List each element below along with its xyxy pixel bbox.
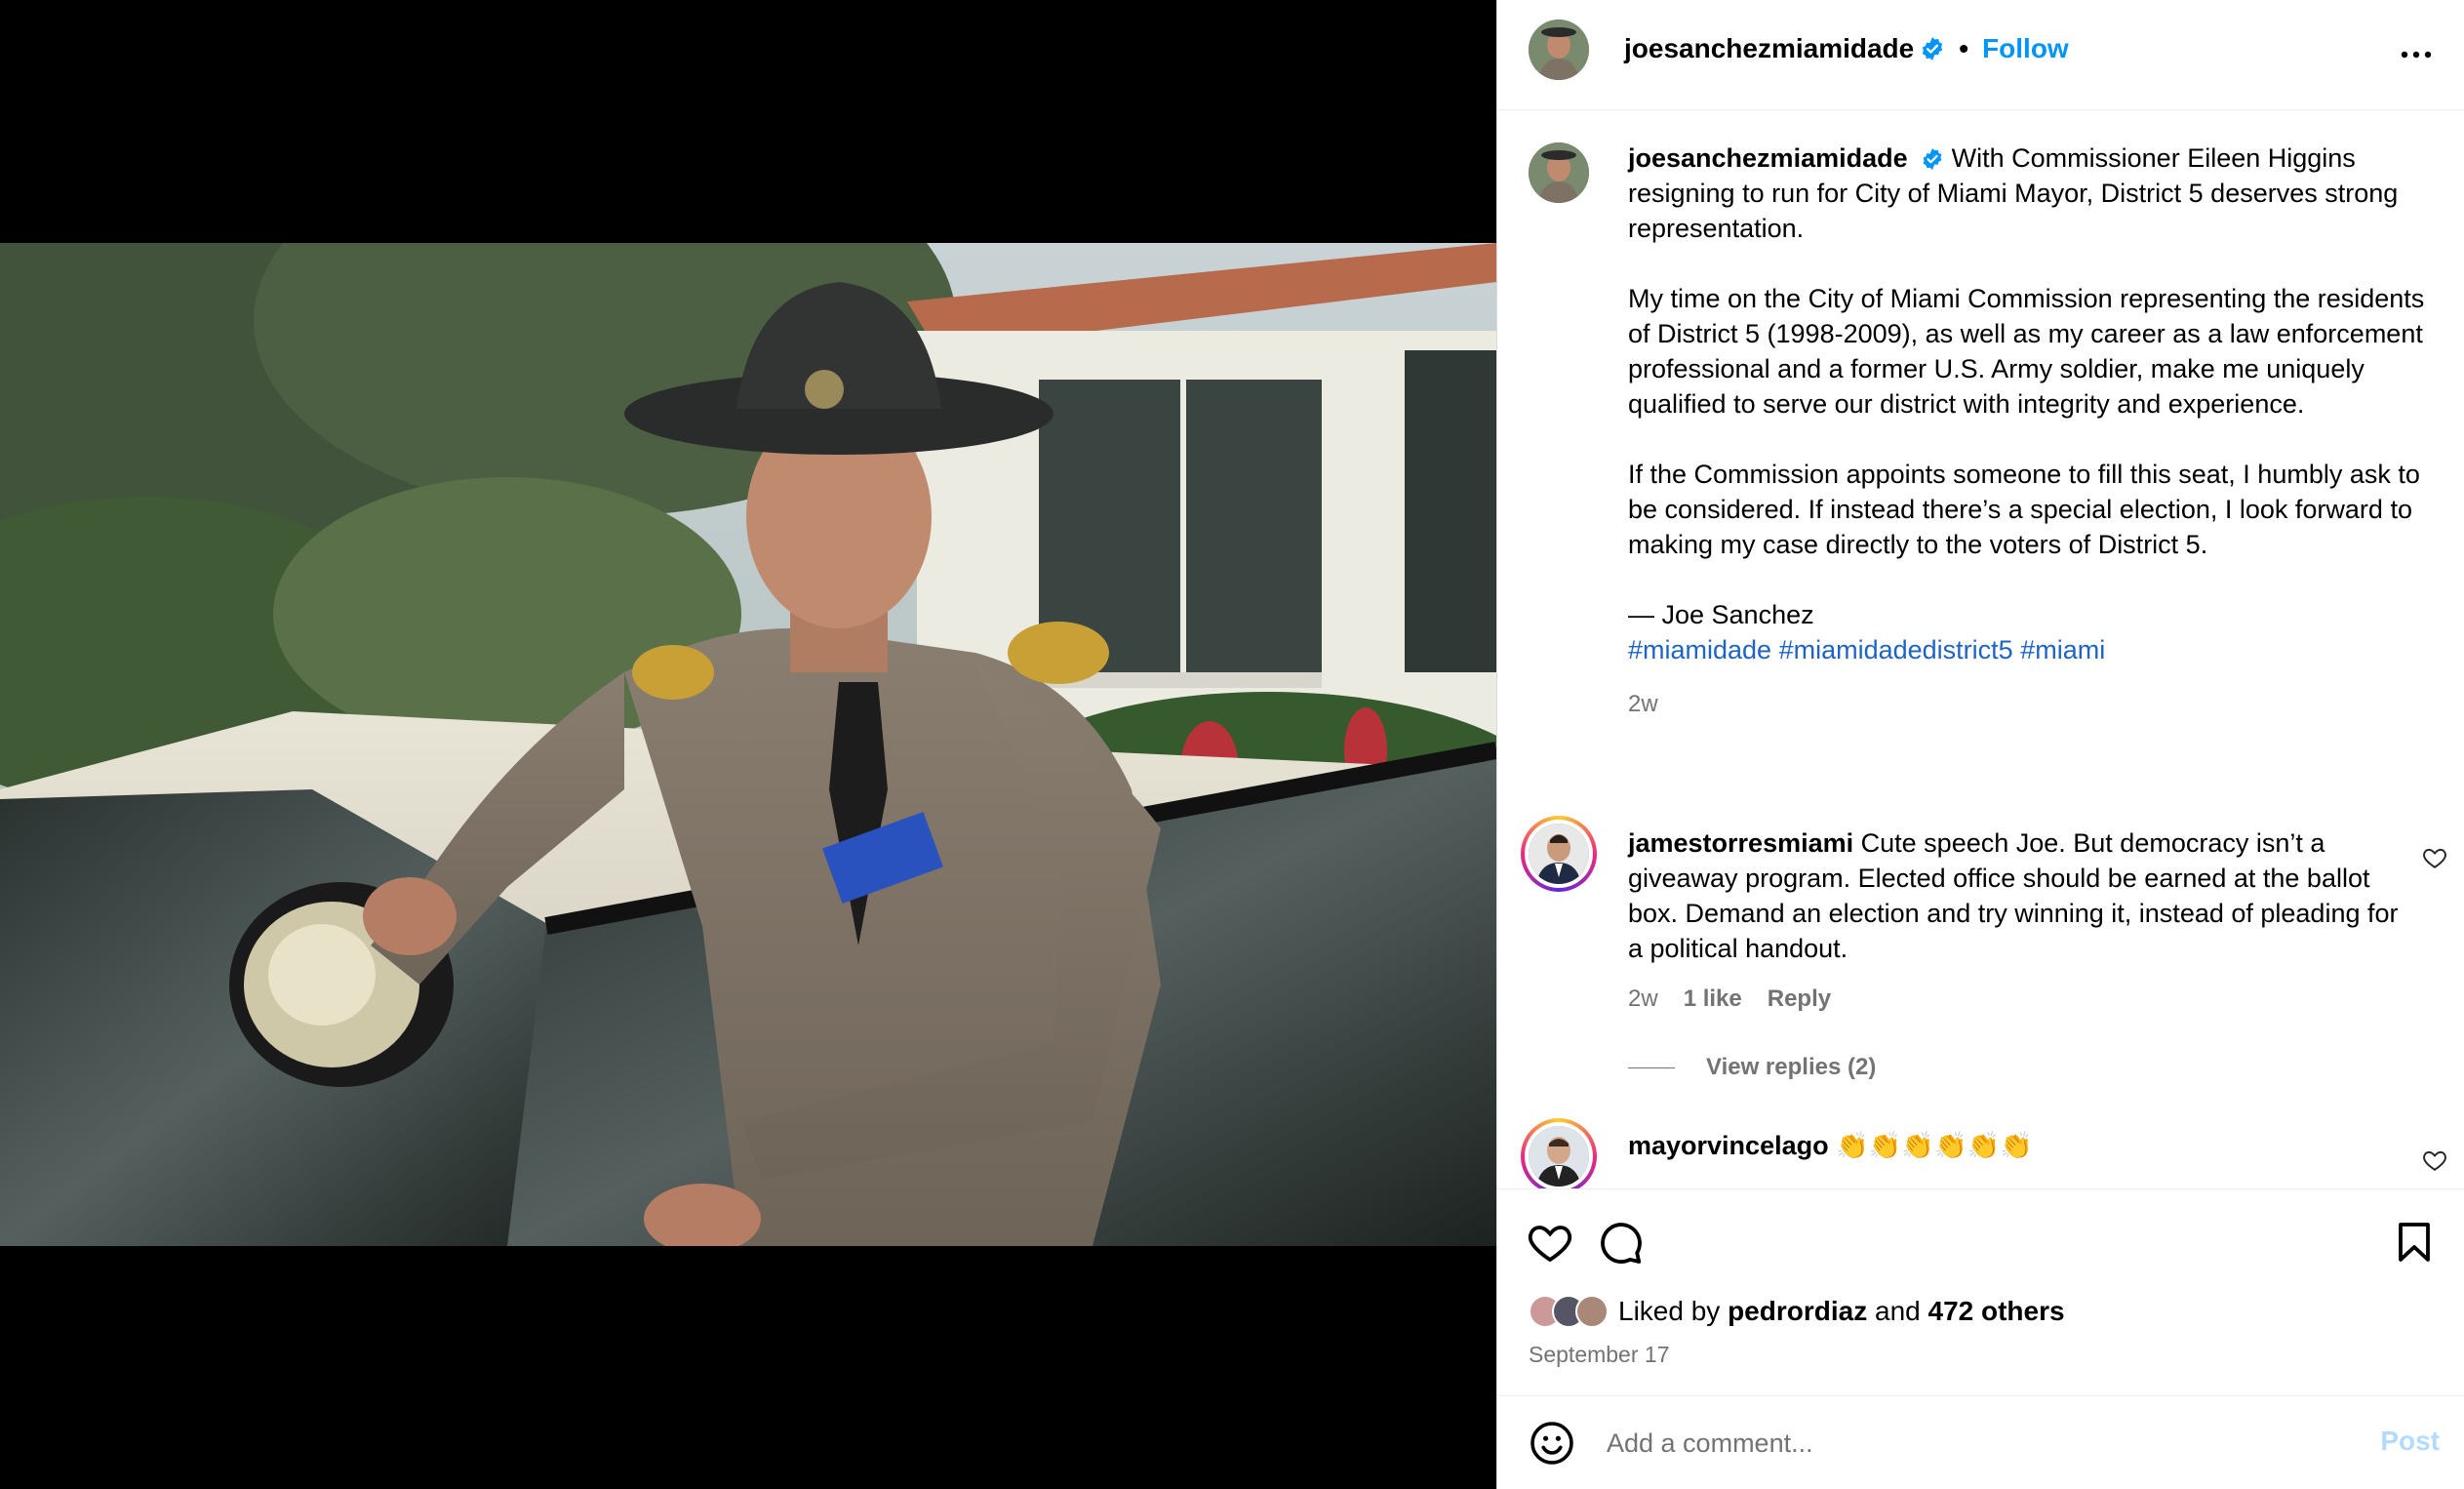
verified-badge-icon (1923, 37, 1943, 60)
comment-input[interactable] (1607, 1418, 2289, 1469)
comment-username[interactable]: jamestorresmiami (1628, 828, 1853, 858)
commenter-avatar (1529, 824, 1589, 884)
post-photo-illustration (0, 243, 1496, 1246)
post-caption: joesanchezmiamidade With Commissioner Ei… (1628, 141, 2428, 722)
liked-by-and: and (1875, 1296, 1921, 1326)
commenter-avatar-ring[interactable] (1521, 816, 1597, 892)
header-separator: • (1959, 33, 1969, 63)
comment-username[interactable]: mayorvincelago (1628, 1131, 1829, 1160)
verified-badge-icon (1923, 148, 1942, 170)
emoji-icon[interactable] (1529, 1420, 1575, 1467)
caption-age[interactable]: 2w (1628, 687, 2428, 722)
comment-bubble-icon[interactable] (1597, 1219, 1644, 1266)
post-date[interactable]: September 17 (1529, 1342, 1669, 1368)
caption-signature: — Joe Sanchez (1628, 600, 1814, 629)
author-username[interactable]: joesanchezmiamidade (1624, 33, 1914, 64)
view-replies-line (1628, 1066, 1675, 1068)
comments-scroll-area[interactable]: joesanchezmiamidade With Commissioner Ei… (1497, 111, 2464, 1188)
reply-button[interactable]: Reply (1768, 986, 1831, 1013)
media-pane (0, 0, 1496, 1489)
comment-heart-icon[interactable] (2422, 845, 2447, 870)
hashtag-link[interactable]: #miami (2020, 635, 2105, 664)
header-user-row: joesanchezmiamidade • Follow (1624, 33, 2069, 64)
caption-avatar-image (1529, 142, 1589, 203)
follow-button[interactable]: Follow (1982, 33, 2069, 64)
post-comment-button[interactable]: Post (2380, 1426, 2440, 1457)
comment-1: jamestorresmiami Cute speech Joe. But de… (1628, 825, 2408, 966)
caption-hashtags: #miamidade #miamidadedistrict5 #miami (1628, 632, 2428, 667)
post-sidebar: joesanchezmiamidade • Follow joesanchezm… (1496, 0, 2464, 1489)
heart-icon[interactable] (1527, 1219, 1573, 1266)
caption-avatar[interactable] (1529, 142, 1589, 203)
more-options-icon[interactable] (2399, 37, 2434, 72)
comment-age[interactable]: 2w (1628, 986, 1658, 1013)
commenter-avatar-ring[interactable] (1521, 1118, 1597, 1188)
likes-summary[interactable]: Liked by pedrordiaz and 472 others (1529, 1295, 2065, 1328)
bookmark-icon[interactable] (2391, 1219, 2438, 1266)
comment-2: mayorvincelago 👏👏👏👏👏👏 (1628, 1128, 2408, 1163)
comment-composer: Post (1497, 1395, 2464, 1489)
liker-avatars (1529, 1295, 1609, 1328)
caption-paragraph-2: My time on the City of Miami Commission … (1628, 284, 2425, 419)
hashtag-link[interactable]: #miamidade (1628, 635, 1771, 664)
author-avatar-image (1529, 20, 1589, 80)
caption-paragraph-3: If the Commission appoints someone to fi… (1628, 460, 2420, 559)
view-replies-label: View replies (2) (1706, 1054, 1877, 1080)
liked-by-others[interactable]: 472 others (1928, 1296, 2065, 1327)
liked-by-user[interactable]: pedrordiaz (1728, 1296, 1867, 1327)
post-photo[interactable] (0, 243, 1496, 1246)
author-avatar[interactable] (1529, 20, 1589, 80)
instagram-post-modal: joesanchezmiamidade • Follow joesanchezm… (0, 0, 2464, 1489)
liked-by-prefix: Liked by (1618, 1296, 1721, 1326)
post-header: joesanchezmiamidade • Follow (1497, 0, 2464, 110)
post-actions: Liked by pedrordiaz and 472 others Septe… (1497, 1188, 2464, 1395)
view-replies-button[interactable]: View replies (2) (1628, 1054, 1876, 1081)
liker-avatar (1575, 1295, 1609, 1328)
comment-likes[interactable]: 1 like (1684, 986, 1742, 1013)
caption-username[interactable]: joesanchezmiamidade (1628, 143, 1908, 173)
comment-heart-icon[interactable] (2422, 1147, 2447, 1173)
comment-1-meta: 2w 1 like Reply (1628, 986, 1831, 1013)
hashtag-link[interactable]: #miamidadedistrict5 (1779, 635, 2013, 664)
comment-text: 👏👏👏👏👏👏 (1836, 1131, 2033, 1160)
commenter-avatar (1529, 1126, 1589, 1187)
commenter-avatar-image (1529, 1126, 1589, 1187)
commenter-avatar-image (1529, 824, 1589, 884)
